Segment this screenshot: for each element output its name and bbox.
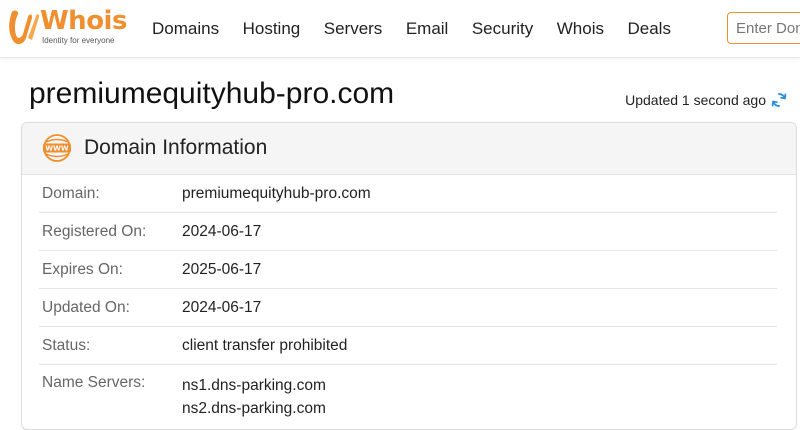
www-icon: WWW [43,134,71,162]
nav-item-hosting[interactable]: Hosting [243,19,301,39]
nav-item-security[interactable]: Security [472,19,533,39]
logo-tagline: Identity for everyone [42,36,115,45]
info-value: 2024-06-17 [182,222,262,240]
name-server: ns1.dns-parking.com [182,377,326,394]
info-label: Expires On: [42,260,123,278]
main-nav: Domains Hosting Servers Email Security W… [152,0,694,57]
nav-item-deals[interactable]: Deals [627,19,670,39]
domain-search-input[interactable] [727,12,800,44]
info-label: Updated On: [42,298,130,316]
card-title: Domain Information [84,136,268,159]
nav-item-domains[interactable]: Domains [152,19,219,39]
refresh-icon[interactable] [770,91,788,109]
info-value: 2025-06-17 [182,260,262,278]
nav-item-servers[interactable]: Servers [324,19,383,39]
updated-text: Updated 1 second ago [625,92,766,108]
info-row-domain: Domain: premiumequityhub-pro.com [39,175,777,213]
info-label: Registered On: [42,222,147,240]
logo-wordmark: Whois [40,6,127,36]
info-label: Name Servers: [42,374,146,391]
domain-info-table: Domain: premiumequityhub-pro.com Registe… [39,175,777,420]
info-value: 2024-06-17 [182,298,262,316]
info-row-expires: Expires On: 2025-06-17 [39,251,777,289]
domain-info-card: WWW Domain Information Domain: premiumeq… [21,122,797,430]
info-row-registered: Registered On: 2024-06-17 [39,213,777,251]
updated-status: Updated 1 second ago [625,91,788,109]
info-label: Domain: [42,184,100,202]
nav-item-whois[interactable]: Whois [557,19,604,39]
info-label: Status: [42,336,91,354]
page-title: premiumequityhub-pro.com [29,77,395,110]
whois-logo-icon [9,10,40,45]
info-value: client transfer prohibited [182,336,348,354]
name-server-list: ns1.dns-parking.com ns2.dns-parking.com [182,374,326,420]
top-navbar: Whois Identity for everyone Domains Host… [0,0,800,58]
info-row-name-servers: Name Servers: ns1.dns-parking.com ns2.dn… [39,365,777,420]
whois-logo[interactable]: Whois Identity for everyone [6,6,128,48]
svg-text:WWW: WWW [45,145,68,153]
info-value: premiumequityhub-pro.com [182,184,371,202]
info-row-updated: Updated On: 2024-06-17 [39,289,777,327]
nav-item-email[interactable]: Email [406,19,449,39]
card-header: WWW Domain Information [22,123,796,175]
name-server: ns2.dns-parking.com [182,400,326,417]
info-row-status: Status: client transfer prohibited [39,327,777,365]
